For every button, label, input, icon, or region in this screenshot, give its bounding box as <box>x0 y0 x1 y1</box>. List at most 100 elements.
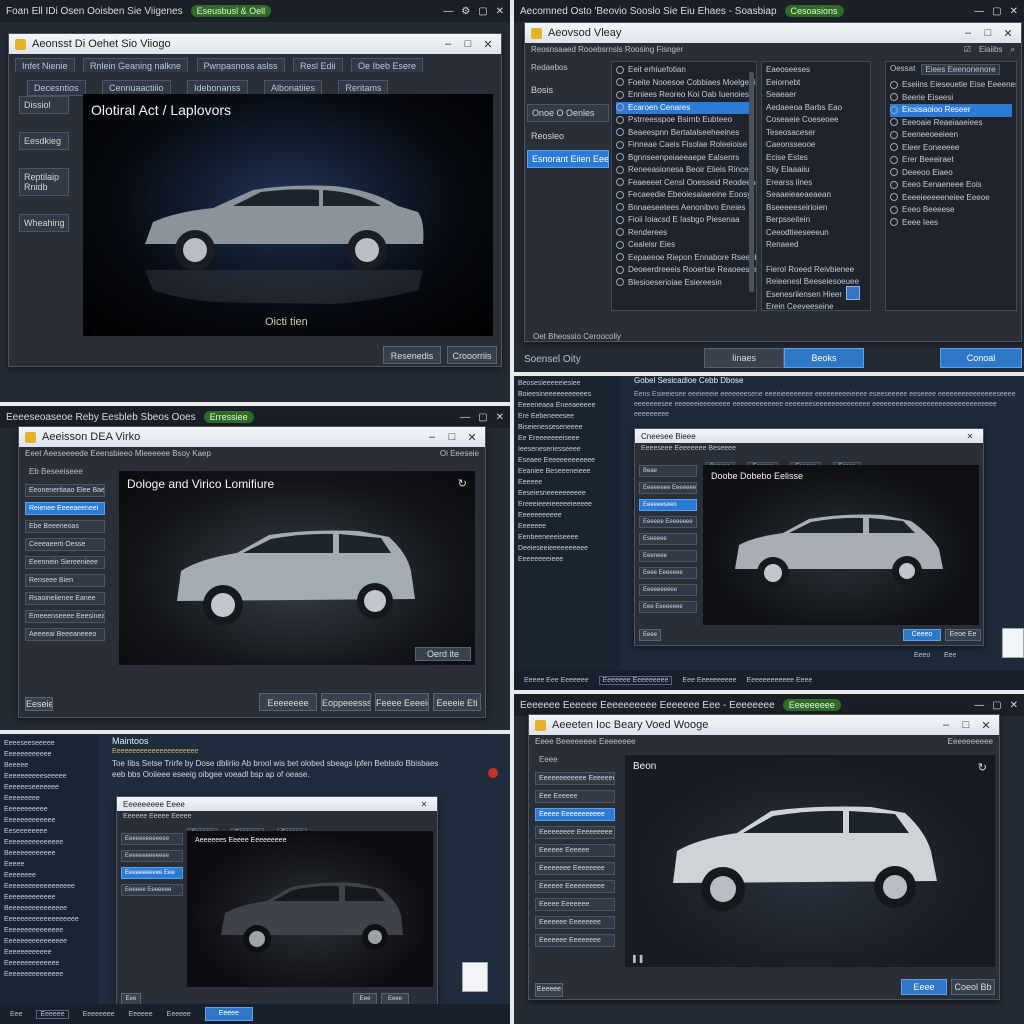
sidebar-item[interactable]: Ebe Beeeneoas <box>25 520 105 533</box>
status-badge[interactable]: Eseusbusl & Oell <box>190 5 272 17</box>
list-item[interactable]: Foeite Nooesoe Cobbiaes Moelgertiaees <box>616 77 756 90</box>
list-item[interactable]: Biseienesseseneeee <box>518 422 616 433</box>
maximize-icon[interactable]: □ <box>959 719 973 731</box>
minimize-icon[interactable]: ― <box>974 6 984 17</box>
sidebar-item[interactable]: Rsaoinelienee Eanee <box>25 592 105 605</box>
close-icon[interactable]: ✕ <box>496 6 504 17</box>
list-item[interactable]: Eeee Iees <box>890 217 1012 230</box>
footer-button[interactable]: Feeee Eeeeiee <box>375 693 429 711</box>
list-item[interactable]: Eeeneeoeeieen <box>890 129 1012 142</box>
minimize-icon[interactable]: – <box>939 719 953 731</box>
grid-icon[interactable] <box>846 286 860 300</box>
minimize-icon[interactable]: ― <box>974 700 984 711</box>
sidebar-item[interactable]: Emeeenseeee Eeesineaeee <box>25 610 105 623</box>
list-item[interactable]: Eeeeeeeeeeee <box>4 749 94 760</box>
list-item[interactable]: Ecaroen Cenares <box>616 101 752 114</box>
list-item[interactable]: Eeeeeeeeeeee <box>4 947 94 958</box>
list-item[interactable]: Deeeoo Eiaeo <box>890 167 1012 180</box>
maximize-icon[interactable]: □ <box>461 38 475 50</box>
list-item[interactable]: Fioii Ioiacsd E Iasbgo Piesenaa <box>616 214 752 227</box>
list-item[interactable]: Blesioeserioiae Esiereesin <box>616 277 752 290</box>
list-item[interactable]: Caeonsseooe <box>766 139 866 152</box>
sidebar-item[interactable]: Eeeeeeeeee <box>639 584 697 596</box>
list-item[interactable]: Beeeeeeeeeeee <box>4 848 94 859</box>
list-item[interactable]: Enniees Reoreo Koi Oab Iuenoies <box>616 89 752 102</box>
footer-button[interactable]: Eeee <box>639 629 661 641</box>
sub-right[interactable]: Eeeeeeeeee <box>948 737 993 746</box>
list-item[interactable]: Bseeeeeseirioien <box>766 202 866 215</box>
sidebar-item[interactable]: Ceeeaeerti Oesse <box>25 538 105 551</box>
sub-right[interactable]: Oi Eeeseie <box>440 449 479 458</box>
restore-icon[interactable]: ▢ <box>478 412 487 423</box>
list-item[interactable]: Reneeasionesa Beoir Elieis Rinces <box>616 164 753 177</box>
toolbar-button[interactable]: Rnlein Geaning nalkne <box>82 58 189 72</box>
list-item[interactable]: Teseosaceser <box>766 127 866 140</box>
connections-button[interactable]: Crooorriis <box>447 346 497 364</box>
status-item[interactable]: Eee Eeeeeeeeee <box>682 677 736 684</box>
close-icon[interactable]: ✕ <box>496 412 504 423</box>
list-item[interactable]: Erearss ilnes <box>766 177 866 190</box>
list-item[interactable]: Fecaeedie Ebeoiesalaeeine Eoosy <box>616 189 752 202</box>
close-icon[interactable]: ✕ <box>1001 27 1015 40</box>
close-icon[interactable]: ✕ <box>1010 6 1018 17</box>
list-item[interactable]: Coseaeie Coeseoee <box>766 114 866 127</box>
sidebar-item[interactable]: Eeeeee Eeeeeee <box>121 884 183 896</box>
list-item[interactable]: Beerie Eiseesi <box>890 92 1012 105</box>
sidebar-item[interactable]: Bosis <box>527 82 609 98</box>
edit-button[interactable]: Eeoe Ee <box>945 629 981 641</box>
list-item[interactable]: Ieeseneseriesseeee <box>518 444 616 455</box>
list-item[interactable]: Eeeeieeeeeneiee Eeeoe <box>890 192 1012 205</box>
sidebar-item[interactable]: Eeeeeeeeeeeee <box>121 833 183 845</box>
status-item[interactable]: Eee <box>10 1011 22 1018</box>
sidebar-item[interactable]: Wheahing <box>19 214 69 232</box>
toolbar-button[interactable]: Oe Ibeb Esere <box>350 58 424 72</box>
status-item[interactable]: Eeeeee <box>167 1011 191 1018</box>
sidebar-item[interactable]: Eeee Eeeeeee <box>639 567 697 579</box>
help-icon[interactable] <box>462 962 488 992</box>
sidebar-item[interactable]: Eeeeeeeeeeee Eeeeeeeee <box>535 772 615 785</box>
sidebar-item[interactable]: Eeeeeeee Eeeeeeee <box>535 862 615 875</box>
list-item[interactable]: Eeeeeeseeeeeee <box>4 782 94 793</box>
list-item[interactable]: Eeeeee <box>518 477 616 488</box>
minimize-icon[interactable]: ― <box>443 6 453 17</box>
list-item[interactable]: Finneae Caeis Fisolae Roleeioise <box>616 139 752 152</box>
list-item[interactable]: Eeeeeeeeeeeeeeee <box>4 936 94 947</box>
status-item[interactable]: Eeeee Eee Eeeeeee <box>524 677 589 684</box>
status-badge[interactable]: Cesoasions <box>784 5 844 17</box>
toolbar-button[interactable]: Pwnpasnoss aslss <box>196 58 285 72</box>
minimize-icon[interactable]: ― <box>460 412 470 423</box>
list-item[interactable]: Eeeeeeeeieee <box>518 554 616 565</box>
sidebar-item[interactable]: Reienee Eeeeaeeneei <box>25 502 105 515</box>
sidebar-item[interactable]: Dissiol <box>19 96 69 114</box>
list-item[interactable]: Eeeeseeseeeee <box>4 738 94 749</box>
list-item[interactable]: Eeeeeeeeeeseeeee <box>4 771 94 782</box>
list-item[interactable]: Erer Beeeiraet <box>890 154 1012 167</box>
create-button[interactable]: Ceeeo <box>903 629 941 641</box>
list-item[interactable]: Eeeeeeeeeeeeee <box>4 958 94 969</box>
save-button[interactable]: Eeee <box>901 979 947 995</box>
footer-button[interactable]: Eeeeeeee <box>259 693 317 711</box>
list-item[interactable]: Fierol Roeed Reivbienee <box>766 264 866 277</box>
back-button[interactable]: Eeeeee <box>535 983 563 997</box>
sidebar-item[interactable]: Esnorant Eiien Eeerie <box>527 150 609 168</box>
action-button[interactable]: Eeeee <box>204 1007 253 1021</box>
pause-icon[interactable]: ❚❚ <box>631 954 644 963</box>
close-icon[interactable]: ✕ <box>979 719 993 732</box>
minimize-icon[interactable]: – <box>961 27 975 39</box>
list-item[interactable]: Eicsisaoioo Reseer <box>890 104 1012 117</box>
sidebar-item[interactable]: Eeeeeee Eeeeeeee <box>535 916 615 929</box>
restore-icon[interactable]: ▢ <box>478 6 487 17</box>
sidebar-item[interactable]: Reosleo <box>527 128 609 144</box>
back-button[interactable]: Eeseie <box>25 697 53 711</box>
sidebar-item[interactable]: Eeeeeeeeeeeee <box>121 850 183 862</box>
side-tag[interactable]: Eee <box>944 652 956 659</box>
sidebar-item[interactable]: Onoe O Oenles <box>527 104 609 122</box>
list-item[interactable]: Eepaeeoe Riepon Ennabore Rseenbe <box>616 252 756 265</box>
sidebar-item[interactable]: Eeeeeeeeeee Eee <box>121 867 183 879</box>
close-icon[interactable]: ✕ <box>417 800 431 809</box>
settings-icon[interactable]: ⚙ <box>461 6 470 17</box>
sidebar-item[interactable]: Eeonenertiaao Elee Baeeenee <box>25 484 105 497</box>
list-item[interactable]: Eeeeeeeeeeeeeeeeeee <box>4 914 94 925</box>
status-badge[interactable]: Eeeeeeeee <box>782 699 841 711</box>
list-item[interactable]: Eeeeeeeeeee <box>4 804 94 815</box>
